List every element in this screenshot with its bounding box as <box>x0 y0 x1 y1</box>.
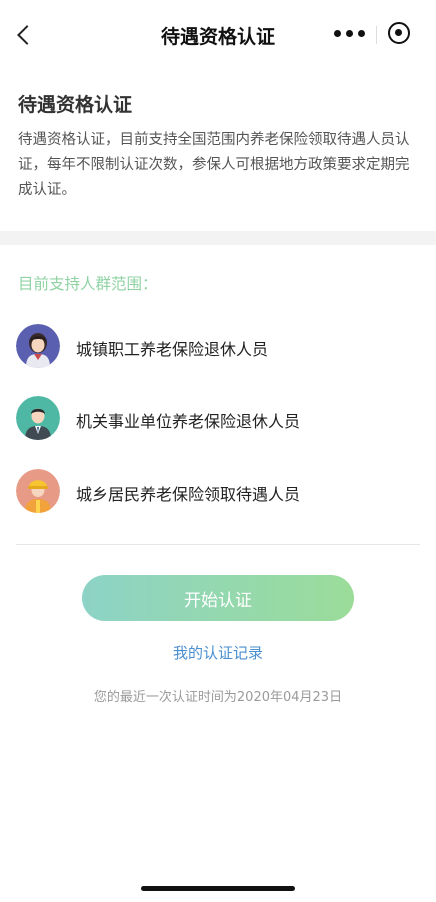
man-avatar-icon <box>16 396 60 440</box>
start-verification-button[interactable]: 开始认证 <box>82 575 354 621</box>
section-divider <box>0 231 436 245</box>
item-label: 城镇职工养老保险退休人员 <box>76 340 269 359</box>
home-indicator[interactable] <box>141 886 295 891</box>
verification-record-link[interactable]: 我的认证记录 <box>0 642 436 663</box>
more-dot <box>346 30 353 37</box>
item-label: 城乡居民养老保险领取待遇人员 <box>76 485 301 504</box>
nav-header: 待遇资格认证 <box>0 0 436 72</box>
more-dot <box>334 30 341 37</box>
list-item-urban-rural-resident: 城乡居民养老保险领取待遇人员 <box>16 469 420 517</box>
target-icon[interactable] <box>388 22 410 44</box>
list-item-government-institution: 机关事业单位养老保险退休人员 <box>16 396 420 444</box>
item-label: 机关事业单位养老保险退休人员 <box>76 412 301 431</box>
intro-description: 待遇资格认证，目前支持全国范围内养老保险领取待遇人员认证，每年不限制认证次数，参… <box>18 132 410 198</box>
group-title: 目前支持人群范围： <box>18 275 158 293</box>
worker-avatar-icon <box>16 469 60 513</box>
last-verification-time: 您的最近一次认证时间为2020年04月23日 <box>93 690 343 705</box>
page-title: 待遇资格认证 <box>160 26 275 48</box>
woman-avatar-icon <box>16 324 60 368</box>
intro-title: 待遇资格认证 <box>18 94 133 116</box>
list-item-urban-employee: 城镇职工养老保险退休人员 <box>16 324 420 372</box>
more-dot <box>358 30 365 37</box>
capsule-divider <box>376 26 377 44</box>
more-dots-icon[interactable] <box>334 30 366 40</box>
list-divider <box>16 544 420 545</box>
